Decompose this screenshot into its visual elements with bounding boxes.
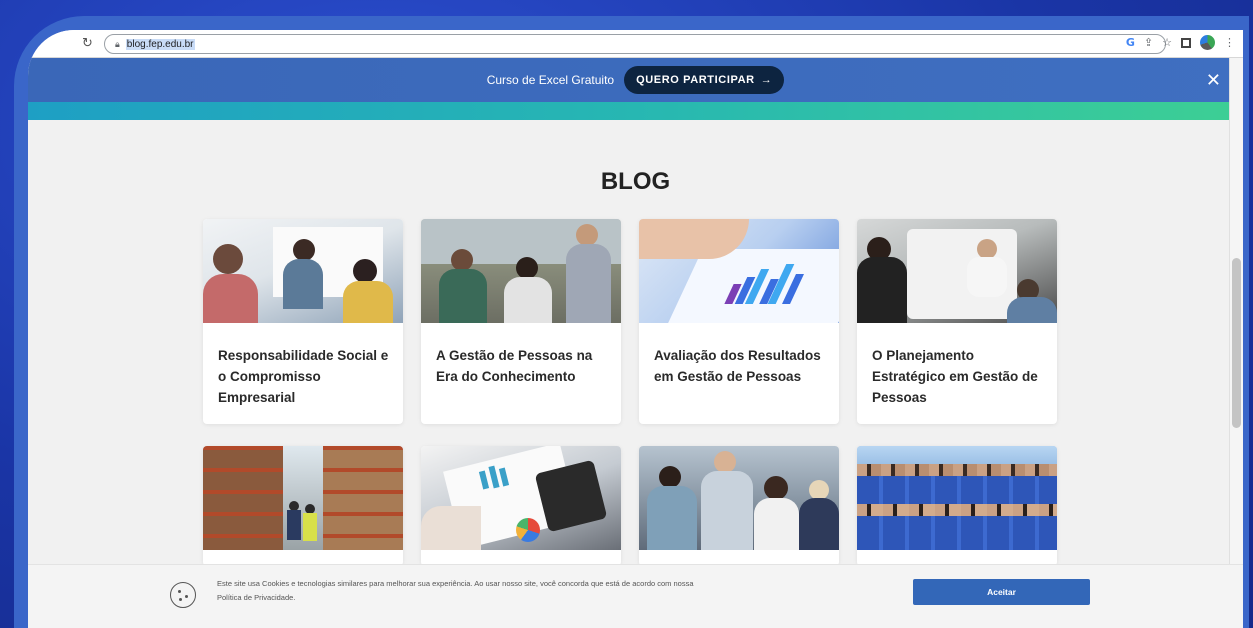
close-icon[interactable]: ✕: [1206, 70, 1221, 91]
url-text[interactable]: blog.fep.edu.br: [125, 38, 195, 50]
blog-card[interactable]: [421, 446, 621, 566]
sidepanel-icon[interactable]: [1181, 37, 1191, 48]
group-photo: [857, 446, 1057, 550]
browser-screen: ↻ 🔒︎ blog.fep.edu.br G ⇪ ☆ ⋮ Curso de Ex…: [28, 30, 1243, 628]
star-icon[interactable]: ☆: [1162, 36, 1172, 49]
share-icon[interactable]: ⇪: [1144, 36, 1153, 49]
blog-card[interactable]: O Planejamento Estratégico em Gestão de …: [857, 219, 1057, 424]
cookie-notice-text: Este site usa Cookies e tecnologias simi…: [217, 579, 694, 602]
cookie-icon: [170, 582, 196, 608]
office-discussion-photo: [639, 446, 839, 550]
promo-text: Curso de Excel Gratuito: [486, 73, 615, 87]
blog-card[interactable]: Avaliação dos Resultados em Gestão de Pe…: [639, 219, 839, 424]
accept-button[interactable]: Aceitar: [913, 579, 1090, 605]
blog-card-title[interactable]: Responsabilidade Social e o Compromisso …: [203, 323, 403, 422]
browser-toolbar: ↻ 🔒︎ blog.fep.edu.br G ⇪ ☆ ⋮: [28, 30, 1243, 58]
blog-card[interactable]: A Gestão de Pessoas na Era do Conhecimen…: [421, 219, 621, 424]
promo-cta-button[interactable]: QUERO PARTICIPAR →: [624, 66, 785, 94]
promo-cta-label: QUERO PARTICIPAR: [636, 74, 755, 86]
reload-icon[interactable]: ↻: [82, 36, 93, 51]
calculator-photo: [421, 446, 621, 550]
team-table-photo: [857, 219, 1057, 323]
blog-card[interactable]: [639, 446, 839, 566]
menu-icon[interactable]: ⋮: [1224, 36, 1235, 49]
google-icon[interactable]: G: [1126, 36, 1135, 49]
blog-card-title[interactable]: O Planejamento Estratégico em Gestão de …: [857, 323, 1057, 422]
scrollbar[interactable]: [1229, 58, 1243, 628]
chart-tablet-photo: [639, 219, 839, 323]
arrow-right-icon: →: [760, 74, 773, 86]
address-bar[interactable]: 🔒︎ blog.fep.edu.br: [104, 34, 1166, 54]
gradient-stripe: [28, 102, 1243, 120]
promo-banner: Curso de Excel Gratuito QUERO PARTICIPAR…: [28, 58, 1243, 102]
lock-icon: 🔒︎: [115, 38, 120, 49]
warehouse-photo: [203, 446, 403, 550]
blog-card[interactable]: [203, 446, 403, 566]
extension-icon[interactable]: [1200, 35, 1215, 50]
blog-card-title[interactable]: Avaliação dos Resultados em Gestão de Pe…: [639, 323, 839, 401]
blog-card-title[interactable]: A Gestão de Pessoas na Era do Conhecimen…: [421, 323, 621, 401]
blog-card[interactable]: [857, 446, 1057, 566]
cookie-banner: Este site usa Cookies e tecnologias simi…: [28, 564, 1243, 628]
page-title: BLOG: [600, 168, 671, 195]
browser-toolbar-icons: G ⇪ ☆ ⋮: [1126, 35, 1235, 50]
meeting-photo: [203, 219, 403, 323]
office-team-photo: [421, 219, 621, 323]
scrollbar-thumb[interactable]: [1232, 258, 1241, 428]
blog-card[interactable]: Responsabilidade Social e o Compromisso …: [203, 219, 403, 424]
